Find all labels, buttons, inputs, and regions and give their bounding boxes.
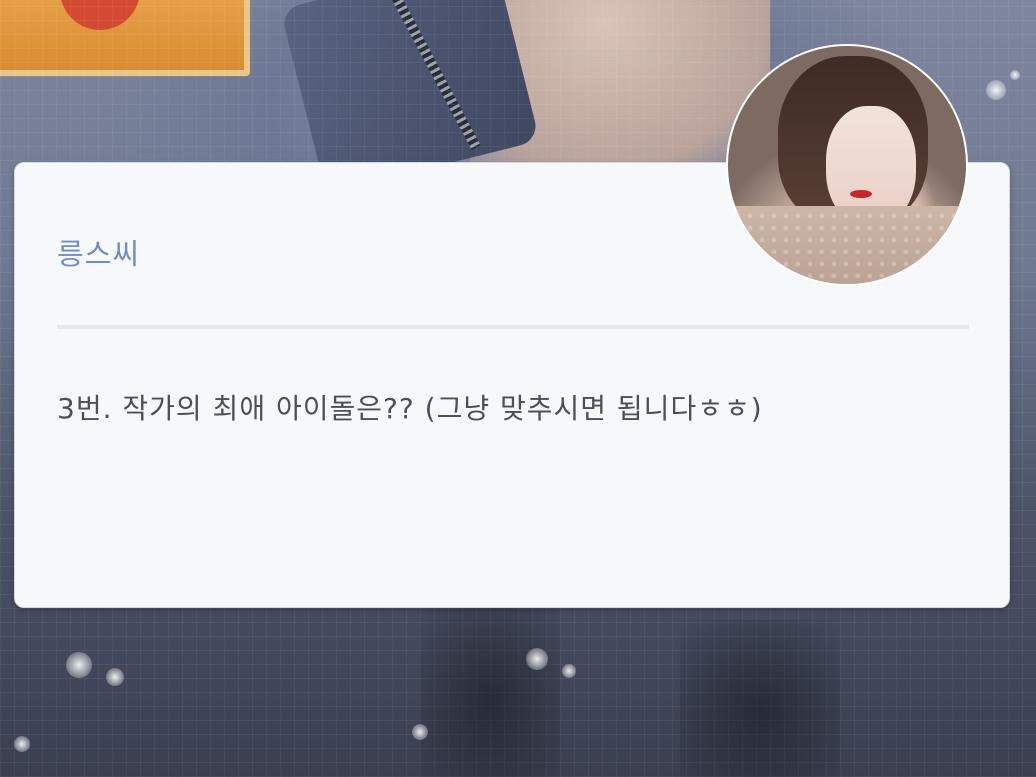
sparkle (526, 648, 548, 670)
sparkle (14, 736, 30, 752)
profile-avatar[interactable] (726, 44, 968, 286)
sparkle (106, 668, 124, 686)
divider (57, 325, 969, 329)
sparkle (1010, 70, 1020, 80)
sparkle (66, 652, 92, 678)
sparkle (562, 664, 576, 678)
sparkle (986, 80, 1006, 100)
sparkle (412, 724, 428, 740)
author-name[interactable]: 릉스씨 (57, 231, 140, 273)
message-text: 3번. 작가의 최애 아이돌은?? (그냥 맞추시면 됩니다ㅎㅎ) (57, 392, 763, 425)
